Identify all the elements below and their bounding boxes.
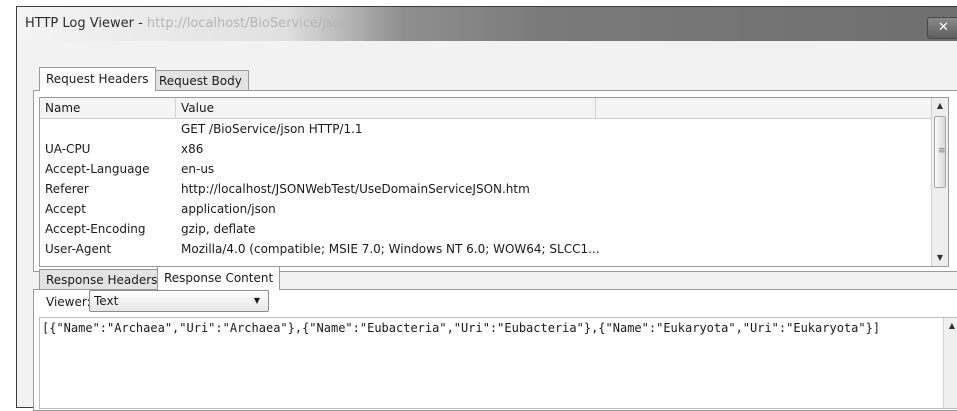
tab-label: Response Headers (46, 273, 158, 287)
response-content-textbox[interactable]: [{"Name":"Archaea","Uri":"Archaea"},{"Na… (39, 317, 957, 409)
viewer-dropdown[interactable]: Text ▼ (89, 290, 269, 312)
title-bar[interactable]: HTTP Log Viewer - http://localhost/BioSe… (17, 7, 957, 41)
header-name-cell: Referer (45, 182, 89, 196)
table-row[interactable]: UA-CPU x86 (40, 139, 932, 159)
table-row[interactable]: User-Agent Mozilla/4.0 (compatible; MSIE… (40, 239, 932, 259)
window-title: HTTP Log Viewer - http://localhost/BioSe… (25, 16, 349, 31)
response-vertical-scrollbar[interactable]: ▲ (943, 318, 957, 408)
viewer-label: Viewer: (46, 295, 91, 309)
header-value-cell: en-us (181, 162, 215, 176)
table-row[interactable]: Referer http://localhost/JSONWebTest/Use… (40, 179, 932, 199)
window-client-area: Request Headers Request Body Name Value … (25, 41, 957, 411)
grid-header: Name Value (40, 98, 932, 119)
header-name-cell: Accept (45, 202, 86, 216)
tab-label: Request Headers (46, 72, 149, 86)
header-name-cell: User-Agent (45, 242, 112, 256)
scroll-up-icon[interactable]: ▲ (932, 98, 948, 114)
table-row[interactable]: GET /BioService/json HTTP/1.1 (40, 119, 932, 139)
close-icon: ✕ (938, 20, 949, 35)
header-name-cell: UA-CPU (45, 142, 91, 156)
header-value-cell: application/json (181, 202, 276, 216)
table-row[interactable]: Accept-Encoding gzip, deflate (40, 219, 932, 239)
headers-vertical-scrollbar[interactable]: ▲ ≡ ▼ (931, 98, 948, 266)
viewer-selected-value: Text (94, 294, 119, 308)
column-header-filler (596, 98, 932, 118)
tab-label: Request Body (159, 74, 242, 88)
header-value-cell: Mozilla/4.0 (compatible; MSIE 7.0; Windo… (181, 242, 600, 256)
request-headers-grid[interactable]: Name Value GET /BioService/json HTTP/1.1… (39, 97, 949, 267)
tab-response-content[interactable]: Response Content (157, 266, 281, 290)
header-value-cell: gzip, deflate (181, 222, 256, 236)
header-name-cell: Accept-Language (45, 162, 150, 176)
grip-icon: ≡ (938, 146, 946, 156)
response-json-text: [{"Name":"Archaea","Uri":"Archaea"},{"Na… (42, 321, 881, 335)
tab-request-headers[interactable]: Request Headers (39, 67, 156, 91)
header-name-cell: Accept-Encoding (45, 222, 146, 236)
header-value-cell: x86 (181, 142, 204, 156)
table-row[interactable]: Accept application/json (40, 199, 932, 219)
header-value-cell: GET /BioService/json HTTP/1.1 (181, 122, 363, 136)
window-title-prefix: HTTP Log Viewer - (25, 16, 147, 31)
close-button[interactable]: ✕ (927, 17, 957, 39)
column-header-name[interactable]: Name (40, 98, 176, 118)
column-header-value[interactable]: Value (176, 98, 596, 118)
scroll-thumb[interactable]: ≡ (934, 116, 946, 188)
chevron-down-icon: ▼ (253, 296, 260, 305)
table-row[interactable]: Accept-Language en-us (40, 159, 932, 179)
http-log-viewer-window: HTTP Log Viewer - http://localhost/BioSe… (16, 6, 957, 411)
header-value-cell: http://localhost/JSONWebTest/UseDomainSe… (181, 182, 530, 196)
scroll-down-icon[interactable]: ▼ (932, 250, 948, 266)
scroll-up-icon[interactable]: ▲ (944, 318, 957, 334)
tab-label: Response Content (164, 271, 274, 285)
tab-response-headers[interactable]: Response Headers (39, 269, 165, 290)
tab-request-body[interactable]: Request Body (152, 70, 249, 91)
window-title-url: http://localhost/BioService/json (146, 16, 349, 31)
